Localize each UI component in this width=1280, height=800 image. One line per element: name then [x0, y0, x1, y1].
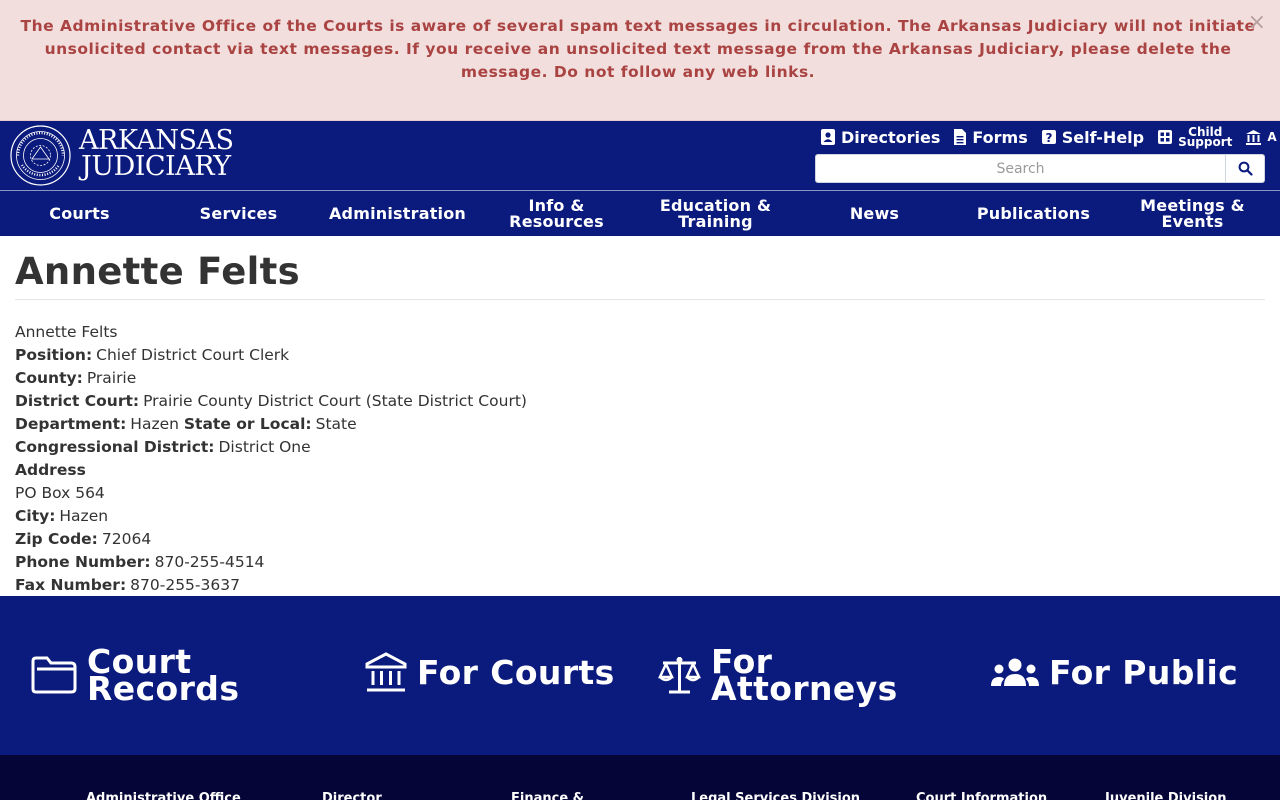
state-local-value: State: [315, 415, 357, 433]
footer-link-legal-services[interactable]: Legal Services Division: [691, 791, 860, 800]
child-support-label-2: Support: [1178, 135, 1233, 149]
name-row: Annette Felts: [15, 321, 1265, 344]
footer-link-administrative-office[interactable]: Administrative Office: [86, 791, 241, 800]
spam-alert-banner: The Administrative Office of the Courts …: [0, 0, 1280, 121]
quick-links-band: Court Records For Courts For Attorneys For…: [0, 596, 1280, 755]
zip-row: Zip Code: 72064: [15, 528, 1265, 551]
forms-label: Forms: [972, 127, 1028, 147]
main-content: Annette Felts Annette Felts Position: Chi…: [15, 236, 1265, 597]
site-header: ARKANSAS JUDICIARY Directories Forms ? S…: [0, 121, 1280, 236]
for-courts-label: For Courts: [417, 653, 615, 692]
search-input[interactable]: [815, 154, 1226, 183]
address-value: PO Box 564: [15, 484, 105, 502]
county-value: Prairie: [86, 369, 137, 387]
footer-link-juvenile-division[interactable]: Juvenile Division: [1105, 791, 1226, 800]
seal-logo[interactable]: [10, 125, 71, 186]
search-button[interactable]: [1226, 154, 1265, 183]
utility-links: Directories Forms ? Self-Help Child Supp…: [820, 126, 1280, 149]
nav-publications[interactable]: Publications: [954, 191, 1113, 236]
address-heading-row: Address: [15, 459, 1265, 482]
zip-label: Zip Code:: [15, 530, 98, 548]
self-help-icon: ?: [1041, 130, 1056, 145]
bank-icon: [1246, 129, 1262, 145]
nav-meetings-line-2: Events: [1161, 211, 1224, 231]
district-court-label: District Court:: [15, 392, 140, 410]
court-records-line-2: Records: [87, 669, 240, 708]
phone-label: Phone Number:: [15, 553, 151, 571]
footer-link-finance[interactable]: Finance &: [511, 791, 584, 800]
district-court-value: Prairie County District Court (State Dis…: [143, 392, 527, 410]
site-search: [815, 154, 1265, 183]
position-value: Chief District Court Clerk: [96, 346, 290, 364]
close-icon[interactable]: ×: [1248, 12, 1266, 34]
city-label: City:: [15, 507, 56, 525]
site-logo-text[interactable]: ARKANSAS JUDICIARY: [79, 127, 234, 182]
bank-link-label: A: [1267, 130, 1277, 144]
directories-icon: [821, 129, 835, 145]
folder-icon: [31, 656, 77, 694]
svg-text:?: ?: [1045, 131, 1052, 145]
nav-education-training[interactable]: Education & Training: [636, 191, 795, 236]
forms-icon: [954, 129, 967, 145]
courthouse-icon: [365, 652, 407, 692]
district-court-row: District Court: Prairie County District C…: [15, 390, 1265, 413]
phone-row: Phone Number: 870-255-4514: [15, 551, 1265, 574]
fax-row: Fax Number: 870-255-3637: [15, 574, 1265, 597]
bank-link[interactable]: A: [1245, 129, 1277, 146]
footer-link-court-information[interactable]: Court Information: [916, 791, 1047, 800]
nav-administration[interactable]: Administration: [318, 191, 477, 236]
nav-services[interactable]: Services: [159, 191, 318, 236]
congressional-label: Congressional District:: [15, 438, 215, 456]
self-help-label: Self-Help: [1061, 127, 1145, 147]
city-value: Hazen: [59, 507, 109, 525]
nav-info-line-2: Resources: [509, 211, 604, 231]
court-records-link[interactable]: Court Records: [31, 645, 239, 705]
congressional-row: Congressional District: District One: [15, 436, 1265, 459]
for-attorneys-line-2: Attorneys: [711, 669, 898, 708]
department-value: Hazen: [130, 415, 179, 433]
child-support-link[interactable]: Child Support: [1157, 126, 1233, 149]
nav-info-resources[interactable]: Info & Resources: [477, 191, 636, 236]
nav-meetings-events[interactable]: Meetings & Events: [1113, 191, 1272, 236]
fax-value: 870-255-3637: [130, 576, 240, 594]
directories-label: Directories: [841, 127, 941, 147]
scales-icon: [658, 657, 701, 694]
position-row: Position: Chief District Court Clerk: [15, 344, 1265, 367]
alert-message: The Administrative Office of the Courts …: [20, 17, 1256, 81]
for-courts-link[interactable]: For Courts: [365, 652, 615, 693]
main-nav: Courts Services Administration Info & Res…: [0, 191, 1280, 236]
city-row: City: Hazen: [15, 505, 1265, 528]
directories-link[interactable]: Directories: [820, 128, 940, 147]
nav-courts[interactable]: Courts: [0, 191, 159, 236]
for-public-link[interactable]: For Public: [991, 652, 1239, 692]
county-label: County:: [15, 369, 83, 387]
state-local-label: State or Local:: [183, 415, 312, 433]
page-title: Annette Felts: [15, 250, 300, 293]
nav-education-line-2: Training: [678, 211, 753, 231]
forms-link[interactable]: Forms: [953, 127, 1028, 147]
department-label: Department:: [15, 415, 127, 433]
nav-news[interactable]: News: [795, 191, 954, 236]
fax-label: Fax Number:: [15, 576, 127, 594]
self-help-link[interactable]: ? Self-Help: [1041, 128, 1144, 147]
phone-value: 870-255-4514: [154, 553, 265, 571]
name-value: Annette Felts: [15, 323, 118, 341]
address-label: Address: [15, 461, 86, 479]
contact-details: Annette Felts Position: Chief District Co…: [15, 321, 1265, 597]
search-icon: [1238, 161, 1253, 176]
position-label: Position:: [15, 346, 93, 364]
logo-line-2: JUDICIARY: [81, 151, 231, 182]
department-row: Department: Hazen State or Local: State: [15, 413, 1265, 436]
title-divider: [15, 299, 1265, 300]
site-footer: Administrative Office Director Finance &…: [0, 755, 1280, 800]
zip-value: 72064: [101, 530, 152, 548]
congressional-value: District One: [218, 438, 311, 456]
address-row: PO Box 564: [15, 482, 1265, 505]
for-public-label: For Public: [1049, 652, 1239, 692]
for-attorneys-link[interactable]: For Attorneys: [658, 645, 898, 705]
child-support-icon: [1158, 130, 1173, 144]
footer-link-director[interactable]: Director: [322, 791, 382, 800]
county-row: County: Prairie: [15, 367, 1265, 390]
users-icon: [991, 658, 1039, 686]
